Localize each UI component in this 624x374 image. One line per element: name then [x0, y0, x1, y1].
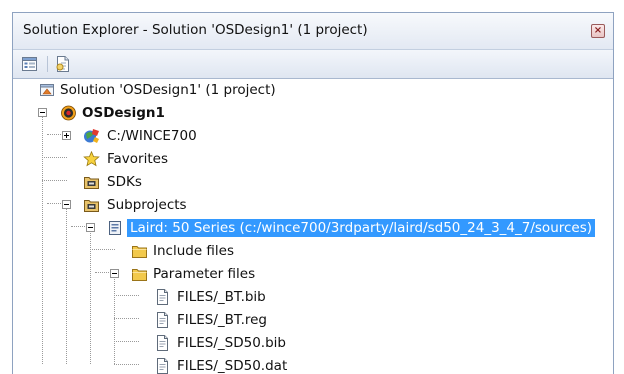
tree-item-label: FILES/_BT.bib	[177, 289, 266, 305]
favorites-star-icon	[83, 151, 100, 167]
collapse-toggle[interactable]	[38, 108, 47, 117]
collapse-toggle[interactable]	[86, 223, 95, 232]
tree-item-file[interactable]: FILES/_BT.reg	[13, 309, 613, 331]
folder-icon	[132, 246, 147, 258]
collapse-toggle[interactable]	[110, 269, 119, 278]
file-icon	[157, 289, 168, 305]
tree-item-label: C:/WINCE700	[107, 128, 197, 144]
tree-item-label: FILES/_SD50.bib	[177, 335, 286, 351]
collapse-toggle[interactable]	[62, 200, 71, 209]
tree-item-include-files[interactable]: Include files	[13, 240, 613, 262]
tree-item-label: Laird: 50 Series (c:/wince700/3rdparty/l…	[127, 219, 596, 237]
tree-item-sdks[interactable]: SDKs	[13, 171, 613, 193]
tree-item-file[interactable]: FILES/_SD50.bib	[13, 332, 613, 354]
title-bar: Solution Explorer - Solution 'OSDesign1'…	[13, 13, 613, 50]
tree-item-label: Parameter files	[153, 266, 256, 282]
tree-item-label: Favorites	[107, 151, 168, 167]
show-all-files-button[interactable]	[54, 55, 72, 73]
tree-item-file[interactable]: FILES/_BT.bib	[13, 286, 613, 308]
tree-item-label: FILES/_BT.reg	[177, 312, 267, 328]
tree-item-file[interactable]: FILES/_SD50.dat	[13, 355, 613, 374]
solution-tree: Solution 'OSDesign1' (1 project) OSDesig…	[13, 79, 613, 374]
close-button[interactable]: ×	[591, 24, 605, 38]
tree-item-label: Include files	[153, 243, 235, 259]
platform-icon	[84, 129, 99, 143]
toolbar	[13, 50, 613, 79]
tree-item-label: Solution 'OSDesign1' (1 project)	[60, 82, 276, 98]
window-title: Solution Explorer - Solution 'OSDesign1'…	[23, 22, 368, 38]
properties-button[interactable]	[21, 55, 39, 73]
tree-item-laird-subproject[interactable]: Laird: 50 Series (c:/wince700/3rdparty/l…	[13, 217, 613, 239]
solution-explorer-window: Solution Explorer - Solution 'OSDesign1'…	[12, 12, 614, 374]
tree-item-favorites[interactable]: Favorites	[13, 148, 613, 170]
tree-item-wince700[interactable]: C:/WINCE700	[13, 125, 613, 147]
tree-item-solution[interactable]: Solution 'OSDesign1' (1 project)	[13, 79, 613, 101]
tree-item-subprojects[interactable]: Subprojects	[13, 194, 613, 216]
os-design-icon	[61, 105, 76, 121]
sdk-folder-icon	[84, 177, 99, 189]
folder-open-icon	[132, 269, 147, 281]
file-icon	[157, 335, 168, 351]
tree-item-label: OSDesign1	[82, 105, 165, 121]
toolbar-separator	[47, 56, 48, 72]
tree-item-parameter-files[interactable]: Parameter files	[13, 263, 613, 285]
subprojects-folder-icon	[84, 200, 99, 212]
solution-icon	[40, 84, 54, 96]
expand-toggle[interactable]	[62, 131, 71, 140]
file-icon	[157, 358, 168, 374]
tree-item-label: SDKs	[107, 174, 142, 190]
tree-item-label: FILES/_SD50.dat	[177, 358, 288, 374]
tree-item-label: Subprojects	[107, 197, 187, 213]
show-all-files-icon	[56, 56, 69, 72]
subproject-icon	[109, 221, 121, 235]
properties-icon	[22, 57, 37, 71]
file-icon	[157, 312, 168, 328]
tree-item-osdesign[interactable]: OSDesign1	[13, 102, 613, 124]
